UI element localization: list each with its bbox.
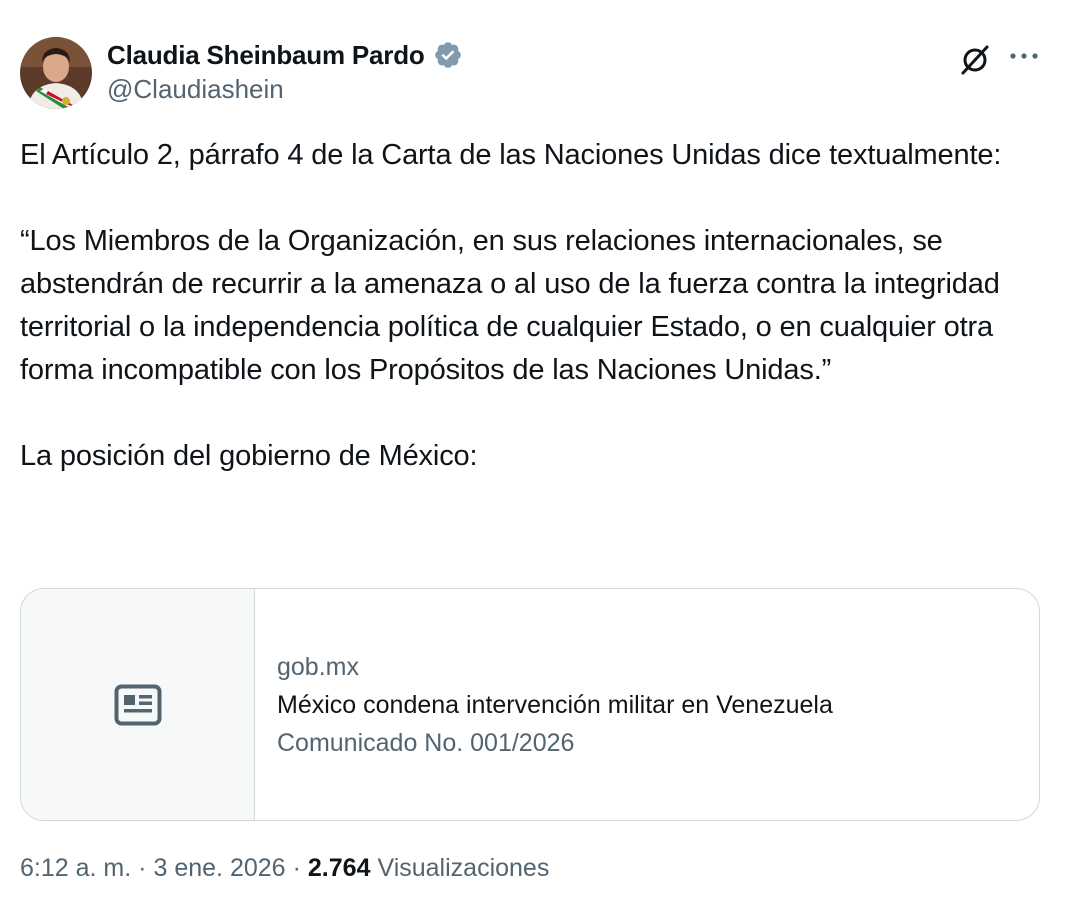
tweet-paragraph: La posición del gobierno de México: (20, 440, 478, 472)
views-count: 2.764 (307, 854, 371, 882)
link-card-thumbnail (21, 589, 255, 820)
tweet-date[interactable]: 3 ene. 2026 (154, 854, 286, 883)
tweet-text: El Artículo 2, párrafo 4 de la Carta de … (20, 134, 1050, 478)
tweet: Claudia Sheinbaum Pardo @Claudiashein El… (0, 0, 1084, 904)
link-card-description: Comunicado No. 001/2026 (277, 728, 575, 757)
avatar-image (20, 37, 92, 109)
verified-badge-icon[interactable] (433, 40, 463, 70)
author-display-name[interactable]: Claudia Sheinbaum Pardo (107, 40, 425, 71)
meta-separator: · (138, 854, 147, 882)
tweet-paragraph: El Artículo 2, párrafo 4 de la Carta de … (20, 139, 1002, 171)
author-handle[interactable]: @Claudiashein (107, 74, 284, 105)
article-icon (114, 684, 161, 725)
link-card-title: México condena intervención militar en V… (277, 690, 833, 719)
meta-separator: · (292, 854, 301, 882)
views-label[interactable]: Visualizaciones (377, 854, 549, 883)
more-options-icon[interactable] (1004, 40, 1044, 72)
link-card[interactable]: gob.mx México condena intervención milit… (20, 588, 1040, 821)
avatar[interactable] (20, 37, 92, 109)
link-card-domain: gob.mx (277, 652, 359, 681)
author-name-row: Claudia Sheinbaum Pardo (107, 36, 463, 74)
tweet-meta: 6:12 a. m. · 3 ene. 2026 · 2.764 Visuali… (20, 854, 549, 883)
grok-icon[interactable] (955, 40, 995, 80)
link-card-info: gob.mx México condena intervención milit… (255, 589, 1039, 820)
tweet-time[interactable]: 6:12 a. m. (20, 854, 131, 883)
tweet-quote-paragraph: “Los Miembros de la Organización, en sus… (20, 225, 1008, 386)
